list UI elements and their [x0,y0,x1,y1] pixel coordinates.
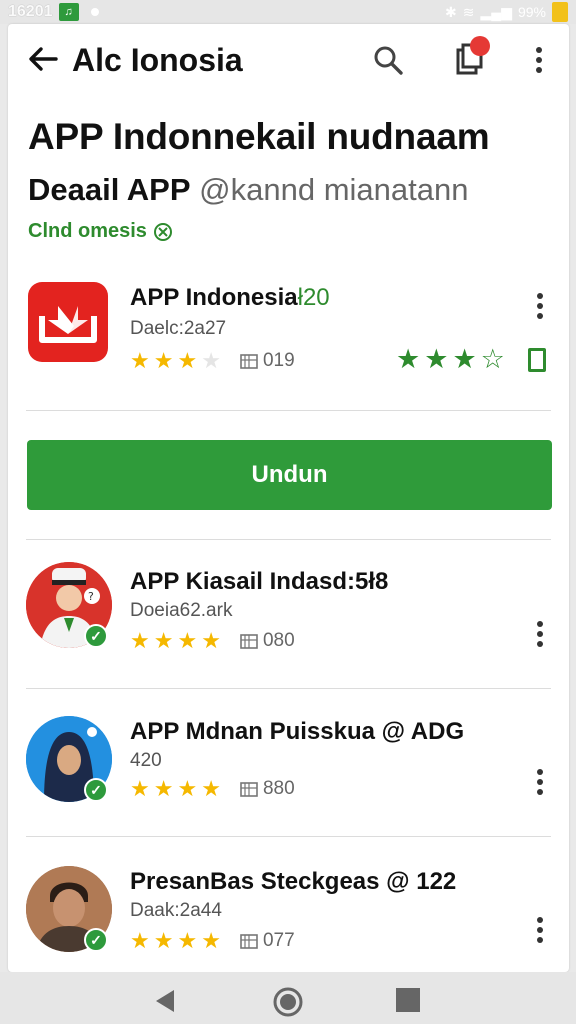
divider [26,539,551,540]
signal-icon: ▂▄▆ [480,3,512,20]
verified-icon: ✓ [84,778,108,802]
app-icon[interactable] [28,282,108,362]
app-bar-title: Alc Ionosia [72,42,243,78]
verified-icon: ✓ [84,624,108,648]
box-icon [240,634,258,649]
list-item-name: APP Mdnan Puisskua @ ADG [130,718,465,745]
app-name-text: APP Indonesia [130,284,298,311]
star-empty-icon: ★ [201,348,221,373]
notification-icon: ♫ [58,3,79,21]
notification-badge [470,36,490,56]
subtitle-handle: @kannd mianatann [199,172,469,207]
download-icon [39,306,97,343]
star-icon: ★ [201,776,221,801]
more-vert-icon[interactable] [534,620,546,648]
app-name: APP Indonesiał20 [130,284,330,312]
star-icon: ★ [177,928,198,953]
star-icon: ★ [177,348,198,373]
star-icon: ★ [130,348,150,373]
download-count: 080 [239,630,295,652]
download-count: 077 [239,930,295,952]
status-bar: 16201 ♫ ✱ ≋ ▂▄▆ 99% [0,0,576,24]
star-icon: ★ [201,928,221,953]
star-icon: ★ [153,928,174,953]
star-icon: ★ [153,776,174,801]
star-icon[interactable]: ★ [452,346,476,373]
box-icon [240,782,258,797]
battery-level: 99% [517,4,546,20]
box-icon [240,934,258,949]
divider [26,836,551,837]
list-item-rating: ★ ★ ★ ★ 077 [130,930,295,952]
app-rating: ★ ★ ★ ★ 019 [130,350,295,372]
status-time: 16201 [8,3,53,20]
app-bar: Alc Ionosia [8,24,569,96]
content-card: Alc Ionosia APP Indonnekail nudnaam Deaa… [8,24,569,972]
more-vert-icon[interactable] [530,44,548,76]
app-name-suffix: ł20 [297,284,330,311]
more-vert-icon[interactable] [534,768,546,796]
star-icon[interactable]: ★ [396,346,420,373]
dot-icon [90,8,99,16]
list-item-name: APP Kiasail Indasd:5ł8 [130,568,389,595]
list-item-meta: Doeia62.ark [130,600,233,621]
subtitle-bold: Deaail APP [28,172,191,207]
divider [26,410,551,411]
star-icon: ★ [201,628,221,653]
list-item-rating: ★ ★ ★ ★ 880 [130,778,295,800]
category-tag[interactable]: Clnd omesis [28,220,173,243]
star-icon: ★ [153,628,174,653]
list-item-meta: Daak:2a44 [130,900,222,921]
close-circle-icon[interactable] [153,222,173,242]
download-count-value: 019 [262,350,295,371]
nav-home-icon[interactable] [272,986,304,1018]
nav-back-icon[interactable] [154,988,176,1014]
download-count: 880 [239,778,295,800]
star-icon: ★ [130,628,150,653]
list-item-meta: 420 [130,750,162,771]
svg-text:?: ? [88,590,94,603]
download-count-value: 077 [262,930,295,951]
page-title: APP Indonnekail nudnaam [28,116,490,157]
star-icon: ★ [130,776,150,801]
star-icon[interactable]: ★ [424,346,448,373]
star-outline-icon[interactable]: ☆ [481,346,505,373]
bluetooth-icon: ✱ [445,3,457,20]
back-arrow-icon[interactable] [26,42,60,76]
download-count: 019 [239,350,295,372]
user-rating[interactable]: ★ ★ ★ ☆ [396,346,505,373]
star-icon: ★ [177,776,198,801]
box-icon [240,354,258,369]
download-count-value: 080 [262,630,295,651]
list-item[interactable]: ? ✓ APP Kiasail Indasd:5ł8 Doeia62.ark ★… [8,554,569,684]
list-item-rating: ★ ★ ★ ★ 080 [130,630,295,652]
list-item-name: PresanBas Steckgeas @ 122 [130,868,457,895]
page-subtitle: Deaail APP @kannd mianatann [28,172,468,208]
tag-label: Clnd omesis [28,220,147,242]
battery-icon [552,2,568,22]
verified-icon: ✓ [84,928,108,952]
list-item[interactable]: ✓ APP Mdnan Puisskua @ ADG 420 ★ ★ ★ ★ 880 [8,704,569,834]
bookmark-icon[interactable] [528,348,546,372]
star-icon: ★ [177,628,198,653]
divider [26,688,551,689]
list-item[interactable]: ✓ PresanBas Steckgeas @ 122 Daak:2a44 ★ ★… [8,854,569,984]
search-icon[interactable] [372,44,404,76]
download-count-value: 880 [262,778,295,799]
nav-recents-icon[interactable] [396,988,420,1012]
more-vert-icon[interactable] [534,292,546,320]
star-icon: ★ [153,348,174,373]
more-vert-icon[interactable] [534,916,546,944]
star-icon: ★ [130,928,150,953]
app-meta: Daelc:2a27 [130,318,227,339]
wifi-icon: ≋ [462,3,475,20]
install-button[interactable]: Undun [27,440,552,510]
